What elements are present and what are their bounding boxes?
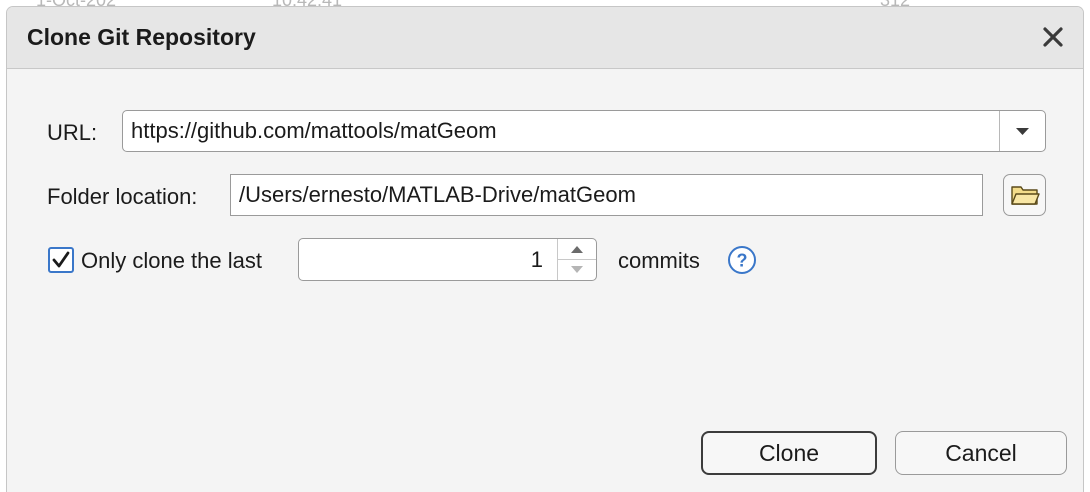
close-icon bbox=[1043, 27, 1063, 47]
dialog-title: Clone Git Repository bbox=[27, 24, 256, 50]
chevron-up-icon bbox=[571, 246, 583, 253]
shallow-clone-label: Only clone the last bbox=[81, 248, 262, 273]
svg-text:?: ? bbox=[737, 251, 748, 271]
clone-git-repository-dialog: Clone Git Repository URL: Folder locatio… bbox=[6, 6, 1084, 492]
dialog-titlebar: Clone Git Repository bbox=[7, 7, 1083, 69]
commit-count-spinner[interactable] bbox=[298, 238, 597, 281]
checkmark-icon bbox=[52, 251, 70, 268]
url-label: URL: bbox=[47, 120, 98, 145]
clone-button[interactable]: Clone bbox=[701, 431, 877, 475]
url-combobox[interactable] bbox=[122, 110, 1046, 152]
folder-location-label: Folder location: bbox=[47, 184, 198, 209]
folder-location-field[interactable] bbox=[230, 174, 983, 216]
help-icon: ? bbox=[728, 246, 756, 274]
close-button[interactable] bbox=[1039, 23, 1067, 51]
spinner-decrement-button[interactable] bbox=[557, 260, 596, 280]
commit-count-input[interactable] bbox=[299, 239, 553, 280]
url-input[interactable] bbox=[123, 111, 1000, 151]
help-button[interactable]: ? bbox=[727, 245, 757, 275]
url-dropdown-button[interactable] bbox=[999, 111, 1045, 151]
chevron-down-icon bbox=[1016, 128, 1029, 135]
folder-icon bbox=[1011, 186, 1040, 205]
spinner-increment-button[interactable] bbox=[557, 239, 596, 260]
cancel-button[interactable]: Cancel bbox=[895, 431, 1067, 475]
shallow-clone-checkbox[interactable] bbox=[48, 247, 74, 273]
browse-folder-button[interactable] bbox=[1003, 174, 1046, 216]
chevron-down-icon bbox=[571, 266, 583, 273]
commits-label: commits bbox=[618, 248, 700, 273]
folder-location-input[interactable] bbox=[231, 175, 982, 215]
